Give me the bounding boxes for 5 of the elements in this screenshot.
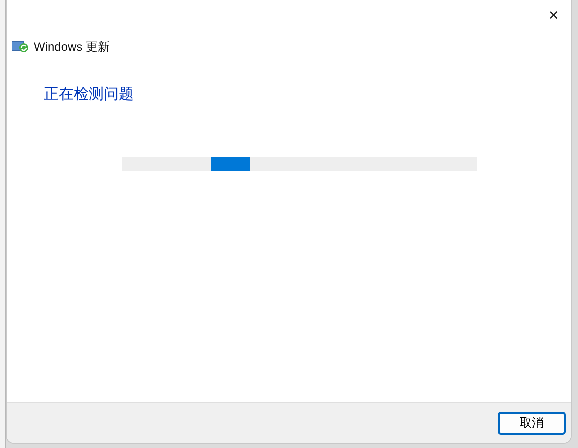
update-icon [12, 41, 29, 53]
close-button[interactable]: ✕ [537, 0, 571, 32]
cancel-button[interactable]: 取消 [498, 412, 566, 434]
status-heading: 正在检测问题 [44, 85, 135, 104]
window-title: Windows 更新 [34, 38, 110, 56]
